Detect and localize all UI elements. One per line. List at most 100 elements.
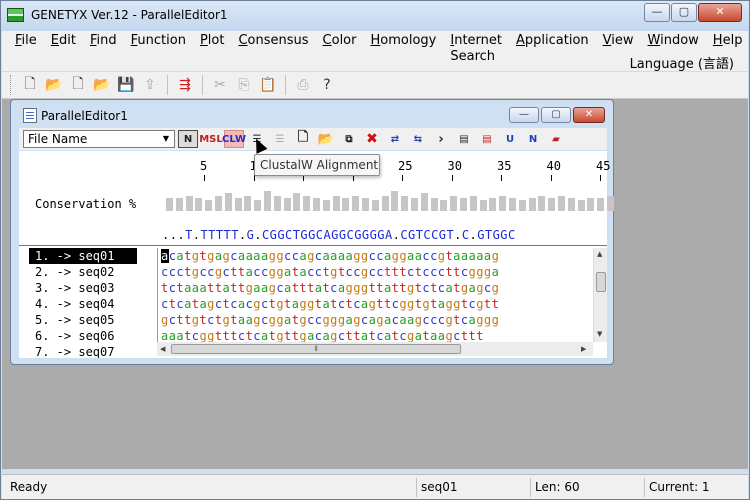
color-icon[interactable]: ▰ (546, 130, 566, 148)
conservation-bar (577, 200, 585, 211)
paste-icon[interactable]: 📋 (257, 74, 279, 96)
conservation-bar (244, 196, 252, 211)
sequence-row[interactable]: tctaaattattgaagcatttatcagggttattgtctcatg… (158, 280, 593, 296)
nucleotide-mode-button[interactable]: N (178, 130, 198, 148)
sequence-area[interactable]: acatgtgagcaaaaggccagcaaaaggccaggaaccgtaa… (157, 248, 593, 342)
sequence-name-item[interactable]: 7. -> seq07 (29, 344, 137, 358)
open-icon[interactable]: 📂 (91, 74, 113, 96)
status-bar: Ready seq01 Len: 60 Current: 1 (2, 474, 748, 499)
sequence-name-item[interactable]: 3. -> seq03 (29, 280, 137, 296)
minimize-button[interactable]: — (644, 3, 670, 22)
sequence-row[interactable]: aaatcggtttctcatgttgacagcttatcatcgataagct… (158, 328, 593, 342)
sort-by-select[interactable]: File Name ▼ (23, 130, 175, 148)
new-document-icon[interactable]: 🗋 (67, 74, 89, 96)
toolbar-grip[interactable] (10, 75, 13, 95)
genetyx-app-icon (7, 8, 24, 22)
conservation-bar (509, 198, 516, 211)
horizontal-scroll-thumb[interactable]: ⦀ (171, 344, 461, 354)
export-icon[interactable]: ⇪ (139, 74, 161, 96)
conservation-bar (371, 200, 379, 211)
close-button[interactable]: ✕ (698, 3, 742, 22)
menu-internet-search[interactable]: Internet Search (443, 33, 509, 65)
menu-homology[interactable]: Homology (363, 33, 443, 65)
clustalw-button[interactable]: CLW (222, 130, 246, 148)
scroll-left-icon[interactable]: ◀ (160, 345, 165, 353)
scroll-up-icon[interactable]: ▲ (597, 250, 602, 258)
sequence-row[interactable]: ccctgccgcttaccggatacctgtccgcctttctcccttc… (158, 264, 593, 280)
save-icon[interactable]: 💾 (115, 74, 137, 96)
conservation-bar (342, 198, 350, 211)
scroll-right-icon[interactable]: ▶ (581, 345, 586, 353)
conservation-bar (558, 196, 565, 211)
conservation-bar (322, 200, 330, 211)
open-folder-icon[interactable]: 📂 (43, 74, 65, 96)
new-page-icon[interactable]: 🗋 (293, 130, 313, 148)
menu-function[interactable]: Function (124, 33, 193, 65)
sequence-name-item[interactable]: 2. -> seq02 (29, 264, 137, 280)
open-folder-icon[interactable]: 📂 (316, 130, 336, 148)
replace-icon[interactable]: ⇄ (385, 130, 405, 148)
new-file-icon[interactable]: 🗋 (19, 74, 41, 96)
ruler-tick-mark (550, 175, 552, 181)
child-close-button[interactable]: ✕ (573, 107, 605, 123)
menu-application[interactable]: Application (509, 33, 596, 65)
list-icon[interactable]: ▤ (454, 130, 474, 148)
conservation-bar (234, 198, 242, 211)
status-length: Len: 60 (530, 478, 642, 497)
conservation-bar (420, 193, 428, 211)
help-icon[interactable]: ? (316, 74, 338, 96)
menu-consensus[interactable]: Consensus (231, 33, 315, 65)
conservation-bar (185, 196, 193, 211)
menu-color[interactable]: Color (316, 33, 364, 65)
ruler-tick-label: 40 (546, 159, 561, 173)
scroll-down-icon[interactable]: ▼ (597, 330, 602, 338)
conservation-bar (273, 196, 281, 211)
menu-find[interactable]: Find (83, 33, 124, 65)
delete-icon[interactable]: ✖ (362, 130, 382, 148)
child-maximize-button[interactable]: ▢ (541, 107, 571, 123)
sequence-name-item[interactable]: 6. -> seq06 (29, 328, 137, 344)
uppercase-icon[interactable]: U (500, 130, 520, 148)
msl-button[interactable]: MSL (199, 130, 223, 148)
toolbar-separator (167, 75, 168, 95)
conservation-bar (469, 196, 477, 211)
select-value: File Name (28, 132, 88, 146)
menu-edit[interactable]: Edit (44, 33, 83, 65)
lowercase-icon[interactable]: N (523, 130, 543, 148)
sequence-row[interactable]: ctcatagctcacgctgtaggtatctcagttcggtgtaggt… (158, 296, 593, 312)
conservation-bar (166, 198, 173, 211)
print-icon[interactable]: ⎙ (292, 74, 314, 96)
consensus-sequence: ...T.TTTTT.G.CGGCTGGCAGGCGGGGA.CGTCCGT.C… (162, 228, 516, 242)
menu-plot[interactable]: Plot (193, 33, 232, 65)
horizontal-scrollbar[interactable]: ◀ ⦀ ▶ (157, 342, 593, 356)
sequence-name-item[interactable]: 5. -> seq05 (29, 312, 137, 328)
copy-icon[interactable]: ⎘ (233, 74, 255, 96)
vertical-scroll-thumb[interactable] (596, 272, 606, 292)
vertical-scrollbar[interactable]: ▲ ▼ (593, 248, 607, 342)
editor-document-icon (23, 108, 37, 123)
toolbar-separator (202, 75, 203, 95)
maximize-button[interactable]: ▢ (671, 3, 697, 22)
next-icon[interactable]: › (431, 130, 451, 148)
ruler-tick-label: 5 (200, 159, 208, 173)
sequence-row[interactable]: gcttgtctgtaagcggatgccgggagcagacaagcccgtc… (158, 312, 593, 328)
child-minimize-button[interactable]: — (509, 107, 539, 123)
conservation-bar (175, 198, 183, 211)
conservation-bar (607, 196, 614, 211)
menu-file[interactable]: File (8, 33, 44, 65)
conservation-bar (391, 191, 399, 211)
sequence-row[interactable]: acatgtgagcaaaaggccagcaaaaggccaggaaccgtaa… (158, 248, 593, 264)
cut-icon[interactable]: ✂ (209, 74, 231, 96)
parallel-icon[interactable]: ⇶ (174, 74, 196, 96)
sequence-name-item[interactable]: 1. -> seq01 (29, 248, 137, 264)
language-menu[interactable]: Language (言語) (630, 53, 734, 72)
conservation-bar (303, 196, 311, 211)
align-right-icon[interactable]: ☰ (270, 130, 290, 148)
ruler-tick-label: 30 (447, 159, 462, 173)
menu-bar: File Edit Find Function Plot Consensus Color Ho… (2, 31, 748, 72)
child-window-title: ParallelEditor1 (41, 109, 128, 123)
reverse-icon[interactable]: ⇆ (408, 130, 428, 148)
import-icon[interactable]: ⧉ (339, 130, 359, 148)
sequence-name-item[interactable]: 4. -> seq04 (29, 296, 137, 312)
report-icon[interactable]: ▤ (477, 130, 497, 148)
